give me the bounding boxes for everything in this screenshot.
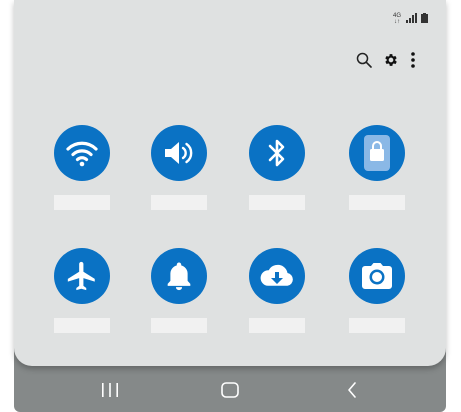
tile-notifications bbox=[149, 248, 209, 338]
cloud-download-icon bbox=[260, 264, 293, 286]
bluetooth-toggle[interactable] bbox=[249, 125, 305, 181]
settings-button[interactable] bbox=[383, 52, 399, 68]
cloud-download-toggle[interactable] bbox=[249, 248, 305, 304]
tile-label bbox=[151, 318, 207, 333]
more-vert-icon bbox=[411, 52, 415, 68]
recents-button[interactable] bbox=[90, 372, 130, 408]
bluetooth-icon bbox=[268, 139, 285, 167]
status-bar: 4G ↓↑ bbox=[392, 12, 428, 26]
tile-label bbox=[249, 318, 305, 333]
tile-label bbox=[54, 318, 110, 333]
tile-cloud-download bbox=[247, 248, 307, 338]
quick-settings-panel: 4G ↓↑ bbox=[14, 0, 446, 366]
tile-wifi bbox=[52, 125, 112, 215]
tile-label bbox=[349, 195, 405, 210]
airplane-mode-toggle[interactable] bbox=[54, 248, 110, 304]
network-indicator: 4G ↓↑ bbox=[392, 13, 402, 25]
phone-screen: 4G ↓↑ bbox=[14, 0, 446, 412]
panel-toolbar bbox=[356, 50, 416, 70]
battery-icon bbox=[421, 10, 428, 28]
camera-toggle[interactable] bbox=[349, 248, 405, 304]
tile-airplane bbox=[52, 248, 112, 338]
tile-label bbox=[249, 195, 305, 210]
tile-sound bbox=[149, 125, 209, 215]
notifications-toggle[interactable] bbox=[151, 248, 207, 304]
home-button[interactable] bbox=[210, 372, 250, 408]
search-button[interactable] bbox=[356, 52, 372, 68]
tile-label bbox=[54, 195, 110, 210]
tile-store bbox=[347, 125, 407, 215]
recents-icon bbox=[102, 383, 118, 397]
back-icon bbox=[348, 382, 356, 398]
wifi-icon bbox=[66, 141, 98, 167]
gear-icon bbox=[385, 54, 397, 66]
store-toggle[interactable] bbox=[349, 125, 405, 181]
camera-icon bbox=[362, 263, 392, 289]
signal-bars-icon bbox=[406, 10, 417, 28]
search-icon bbox=[356, 52, 372, 68]
wifi-toggle[interactable] bbox=[54, 125, 110, 181]
shopping-bag-icon bbox=[364, 135, 390, 171]
back-button[interactable] bbox=[332, 372, 372, 408]
bell-icon bbox=[167, 262, 191, 291]
more-options-button[interactable] bbox=[410, 52, 416, 68]
tile-label bbox=[151, 195, 207, 210]
airplane-icon bbox=[67, 261, 95, 291]
tile-camera bbox=[347, 248, 407, 338]
home-icon bbox=[221, 382, 239, 398]
tile-bluetooth bbox=[247, 125, 307, 215]
sound-toggle[interactable] bbox=[151, 125, 207, 181]
network-activity-label: ↓↑ bbox=[394, 19, 400, 25]
tile-label bbox=[349, 318, 405, 333]
volume-icon bbox=[165, 142, 193, 164]
